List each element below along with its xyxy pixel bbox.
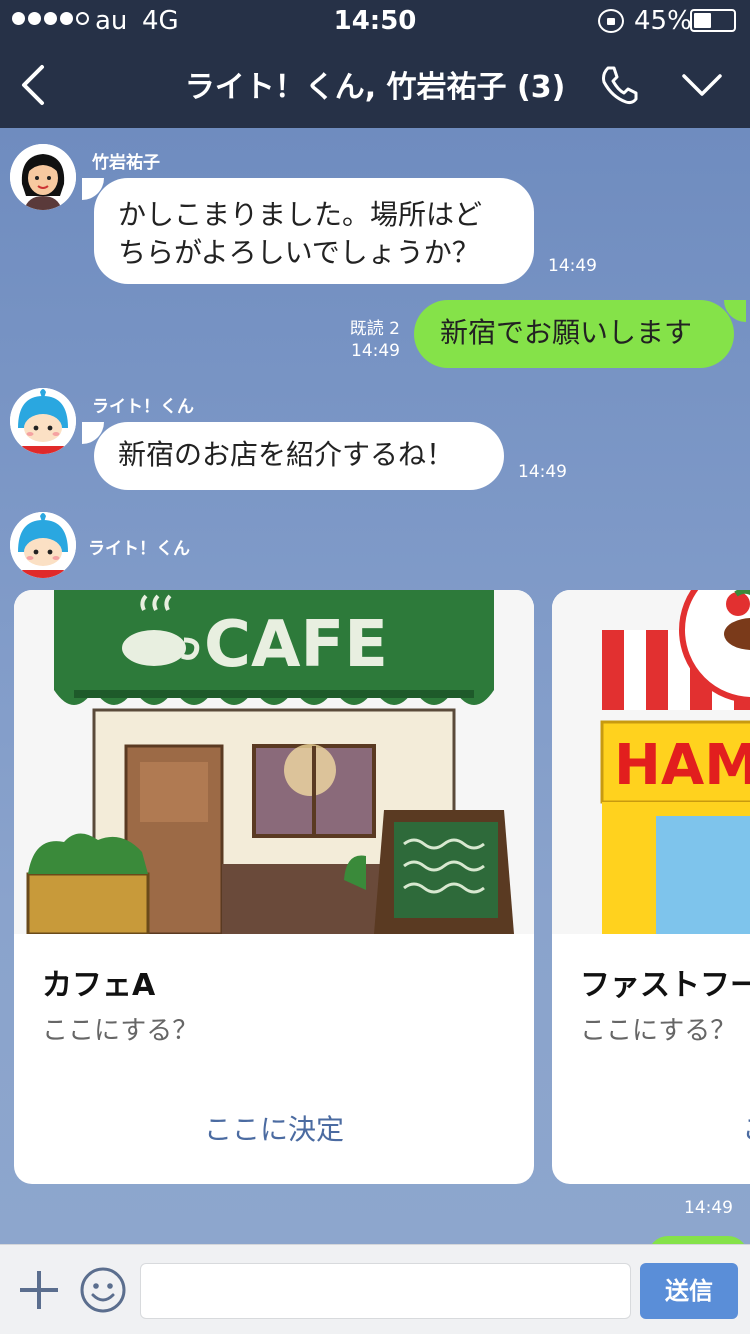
status-bar: au 4G 14:50 45% <box>0 0 750 42</box>
input-bar: 送信 <box>0 1244 750 1334</box>
mascot-avatar-icon <box>10 388 76 454</box>
message-input-wrapper <box>140 1263 631 1319</box>
battery-icon <box>690 9 736 32</box>
message-bubble[interactable]: かしこまりました。場所はど ちらがよろしいでしょうか？ <box>82 178 534 284</box>
message-text: 新宿のお店を紹介するね！ <box>118 438 455 471</box>
emoji-icon[interactable] <box>80 1267 126 1313</box>
woman-avatar-icon <box>10 144 76 210</box>
sender-name: ライト！くん <box>88 539 190 559</box>
plus-icon[interactable] <box>18 1269 60 1311</box>
sender-name: ライト！くん <box>92 397 194 417</box>
message-bubble-own[interactable] <box>648 1236 748 1244</box>
chat-header: ライト！くん, 竹岩祐子 (3) <box>0 42 750 128</box>
cafe-sign: CAFE <box>204 608 388 682</box>
card-title: ファストフード <box>580 968 750 1003</box>
message-time: 14:49 <box>548 256 597 276</box>
card-action-button[interactable]: ここに決定 <box>14 1108 534 1148</box>
sender-name: 竹岩祐子 <box>92 153 160 173</box>
chat-area[interactable]: 竹岩祐子 かしこまりました。場所はど ちらがよろしいでしょうか？ 14:49 既… <box>0 128 750 1244</box>
chevron-down-icon[interactable] <box>680 68 724 102</box>
send-button[interactable]: 送信 <box>640 1263 738 1319</box>
message-text: 新宿でお願いします <box>440 316 693 349</box>
hamburger-shop-illustration: HAM <box>552 590 750 934</box>
message-input[interactable] <box>141 1264 630 1318</box>
phone-icon[interactable] <box>598 64 640 106</box>
card-title: カフェA <box>42 968 156 1003</box>
message-bubble-own[interactable]: 新宿でお願いします <box>414 300 746 368</box>
message-bubble[interactable]: 新宿のお店を紹介するね！ <box>82 422 504 490</box>
read-count: 既読 2 <box>349 319 400 339</box>
mascot-avatar-icon <box>10 512 76 578</box>
card-subtitle: ここにする？ <box>42 1016 199 1046</box>
carousel-time: 14:49 <box>684 1198 733 1218</box>
avatar[interactable] <box>10 388 76 454</box>
card-subtitle: ここにする？ <box>580 1016 737 1046</box>
cafe-illustration: CAFE <box>14 590 534 934</box>
shop-sign: HAM <box>614 733 750 798</box>
carousel-card[interactable]: CAFE カフェA ここにする？ ここに決定 <box>14 590 534 1184</box>
carousel-card[interactable]: HAM ファストフード ここにする？ ここに決定 <box>552 590 750 1184</box>
lock-rotation-icon <box>598 9 624 33</box>
message-text-line: かしこまりました。場所はど <box>118 198 483 231</box>
message-text-line: ちらがよろしいでしょうか？ <box>118 236 480 269</box>
read-receipt: 既読 2 14:49 <box>330 318 400 362</box>
avatar[interactable] <box>10 512 76 578</box>
avatar[interactable] <box>10 144 76 210</box>
message-time: 14:49 <box>351 341 400 361</box>
card-action-button[interactable]: ここに決定 <box>742 1108 750 1148</box>
battery-percent: 45% <box>634 6 692 36</box>
message-time: 14:49 <box>518 462 567 482</box>
